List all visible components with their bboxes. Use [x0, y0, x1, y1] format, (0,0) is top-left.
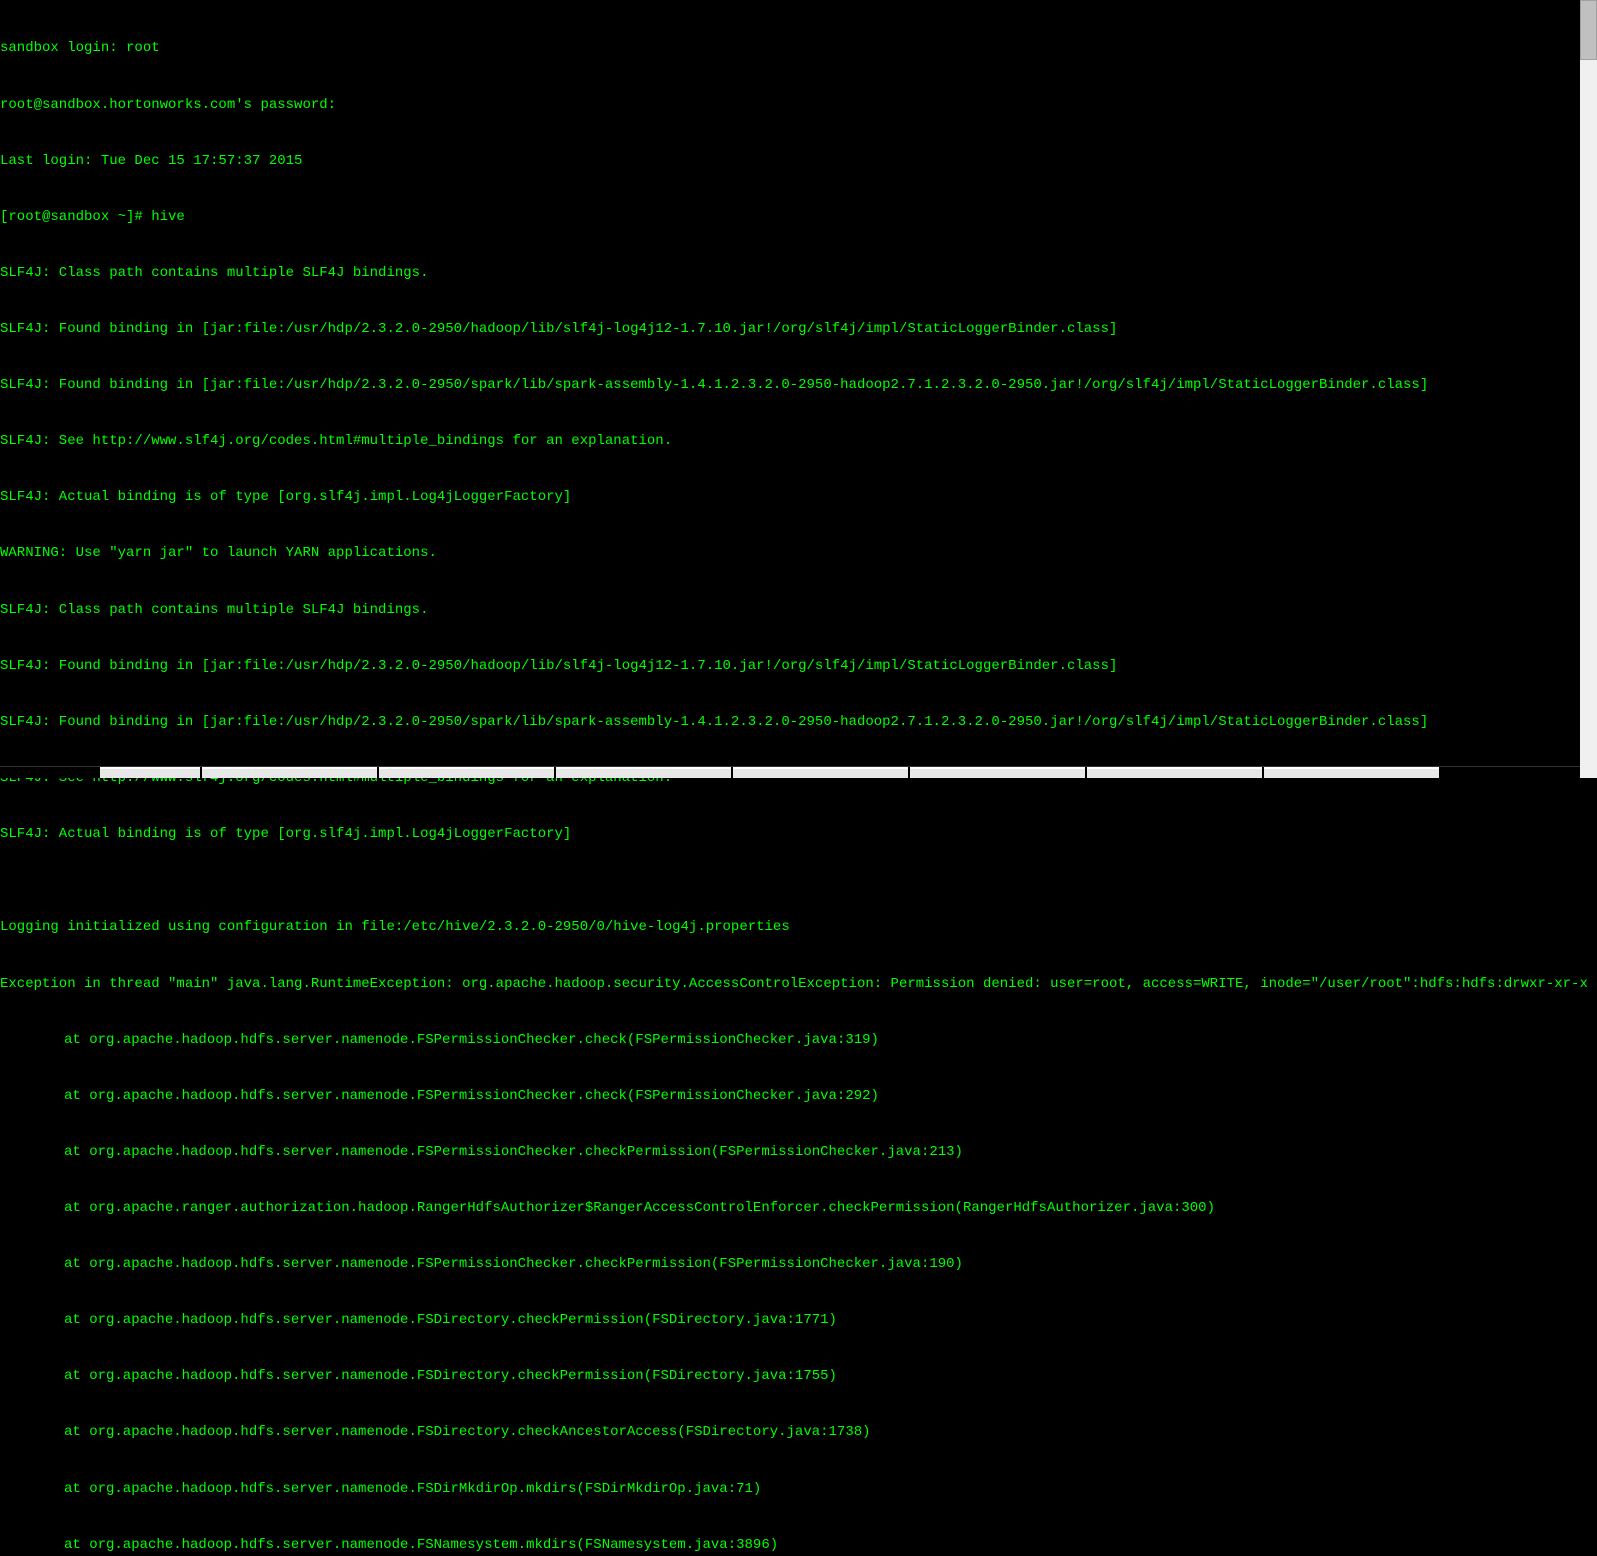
stacktrace-line: at org.apache.hadoop.hdfs.server.namenod…: [0, 1536, 1597, 1555]
taskbar-item[interactable]: [379, 767, 554, 778]
terminal-line: sandbox login: root: [0, 39, 1597, 58]
terminal-line: SLF4J: Found binding in [jar:file:/usr/h…: [0, 320, 1597, 339]
terminal-line: SLF4J: Class path contains multiple SLF4…: [0, 264, 1597, 283]
stacktrace-line: at org.apache.hadoop.hdfs.server.namenod…: [0, 1311, 1597, 1330]
stacktrace-line: at org.apache.ranger.authorization.hadoo…: [0, 1199, 1597, 1218]
stacktrace-line: at org.apache.hadoop.hdfs.server.namenod…: [0, 1255, 1597, 1274]
scrollbar-thumb[interactable]: [1580, 0, 1597, 60]
stacktrace-line: at org.apache.hadoop.hdfs.server.namenod…: [0, 1480, 1597, 1499]
terminal-line: SLF4J: Found binding in [jar:file:/usr/h…: [0, 657, 1597, 676]
terminal-line: Logging initialized using configuration …: [0, 918, 1597, 937]
terminal-output[interactable]: sandbox login: root root@sandbox.hortonw…: [0, 0, 1597, 1556]
taskbar-item[interactable]: [1087, 767, 1262, 778]
terminal-line: Exception in thread "main" java.lang.Run…: [0, 975, 1597, 994]
terminal-line: WARNING: Use "yarn jar" to launch YARN a…: [0, 544, 1597, 563]
taskbar-item[interactable]: [202, 767, 377, 778]
terminal-line: [root@sandbox ~]# hive: [0, 208, 1597, 227]
vertical-scrollbar[interactable]: [1580, 0, 1597, 778]
taskbar-item[interactable]: [733, 767, 908, 778]
terminal-line: SLF4J: Actual binding is of type [org.sl…: [0, 488, 1597, 507]
stacktrace-line: at org.apache.hadoop.hdfs.server.namenod…: [0, 1087, 1597, 1106]
taskbar-item[interactable]: [1264, 767, 1439, 778]
taskbar: [0, 766, 1580, 778]
stacktrace-line: at org.apache.hadoop.hdfs.server.namenod…: [0, 1143, 1597, 1162]
terminal-line: SLF4J: Found binding in [jar:file:/usr/h…: [0, 713, 1597, 732]
stacktrace-line: at org.apache.hadoop.hdfs.server.namenod…: [0, 1423, 1597, 1442]
terminal-line: SLF4J: Class path contains multiple SLF4…: [0, 601, 1597, 620]
taskbar-item[interactable]: [100, 767, 200, 778]
terminal-line: Last login: Tue Dec 15 17:57:37 2015: [0, 152, 1597, 171]
taskbar-item[interactable]: [556, 767, 731, 778]
stacktrace-line: at org.apache.hadoop.hdfs.server.namenod…: [0, 1031, 1597, 1050]
terminal-line: root@sandbox.hortonworks.com's password:: [0, 96, 1597, 115]
stacktrace-line: at org.apache.hadoop.hdfs.server.namenod…: [0, 1367, 1597, 1386]
terminal-line: SLF4J: See http://www.slf4j.org/codes.ht…: [0, 432, 1597, 451]
terminal-line: SLF4J: Actual binding is of type [org.sl…: [0, 825, 1597, 844]
taskbar-item[interactable]: [910, 767, 1085, 778]
terminal-line: SLF4J: Found binding in [jar:file:/usr/h…: [0, 376, 1597, 395]
